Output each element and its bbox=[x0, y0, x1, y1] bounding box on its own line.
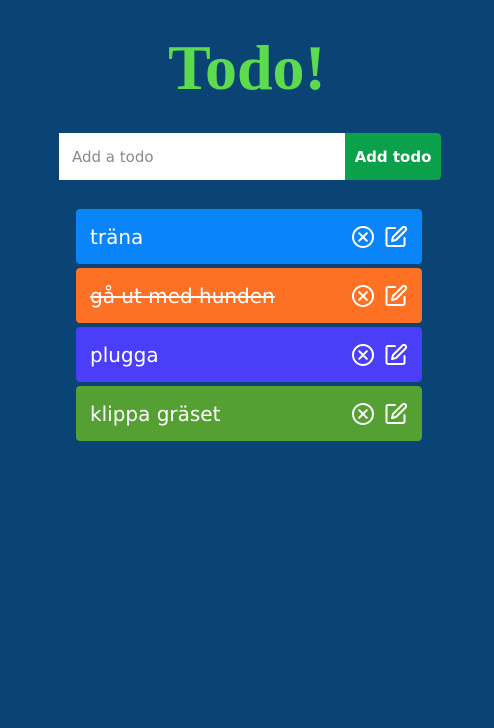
edit-icon[interactable] bbox=[384, 402, 408, 426]
delete-icon[interactable] bbox=[351, 284, 375, 308]
add-todo-form: Add todo bbox=[57, 133, 441, 180]
delete-icon[interactable] bbox=[351, 343, 375, 367]
todo-item: klippa gräset bbox=[76, 386, 422, 441]
todo-text[interactable]: träna bbox=[90, 225, 351, 249]
edit-icon[interactable] bbox=[384, 225, 408, 249]
todo-text[interactable]: plugga bbox=[90, 343, 351, 367]
todo-input[interactable] bbox=[57, 133, 345, 180]
todo-app: Todo! Add todo träna gå ut med hunden pl… bbox=[0, 0, 494, 728]
todo-text[interactable]: klippa gräset bbox=[90, 402, 351, 426]
todo-text[interactable]: gå ut med hunden bbox=[90, 284, 351, 308]
edit-icon[interactable] bbox=[384, 284, 408, 308]
todo-item: plugga bbox=[76, 327, 422, 382]
todo-list: träna gå ut med hunden plugga klippa grä… bbox=[76, 209, 422, 445]
todo-item: träna bbox=[76, 209, 422, 264]
delete-icon[interactable] bbox=[351, 402, 375, 426]
todo-item: gå ut med hunden bbox=[76, 268, 422, 323]
add-todo-button[interactable]: Add todo bbox=[345, 133, 441, 180]
delete-icon[interactable] bbox=[351, 225, 375, 249]
page-title: Todo! bbox=[168, 32, 326, 103]
edit-icon[interactable] bbox=[384, 343, 408, 367]
